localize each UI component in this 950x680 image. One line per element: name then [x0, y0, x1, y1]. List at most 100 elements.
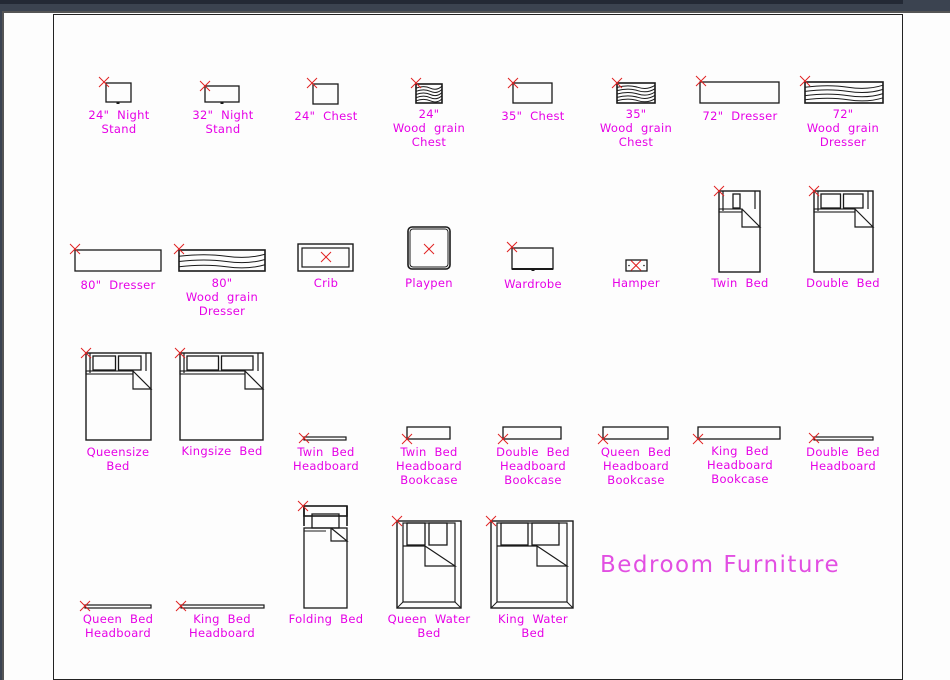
pillow: [406, 522, 426, 546]
hamper-dot: [643, 264, 645, 267]
label-queen-water-bed: Queen Water Bed: [387, 612, 471, 640]
outline: [105, 82, 132, 103]
wood-grain-line: [415, 92, 443, 97]
symbol-twin-bed-headboard[interactable]: [298, 432, 347, 444]
symbol-queen-bed-headboard[interactable]: [79, 600, 152, 612]
symbol-24-wood-grain-chest[interactable]: [410, 77, 443, 104]
cad-drawing[interactable]: [0, 0, 950, 680]
symbol-folding-bed[interactable]: [297, 500, 349, 609]
outline: [502, 426, 562, 440]
insertion-point-marker: [175, 600, 187, 612]
label-folding-bed: Folding Bed: [288, 612, 364, 626]
wood-grain-line: [415, 98, 443, 103]
drawer-pull: [116, 102, 120, 104]
turned-down-corner: [132, 370, 153, 390]
sheet-fold: [85, 370, 134, 375]
wood-grain-line: [804, 93, 884, 98]
label-queensize-bed: Queensize Bed: [86, 445, 150, 473]
outline: [204, 85, 240, 103]
insertion-point-marker: [423, 243, 435, 255]
hamper-dot: [628, 264, 630, 267]
frame-corner: [396, 601, 404, 609]
sheet-fold: [179, 370, 246, 375]
headboard: [84, 604, 152, 609]
symbol-kingsize-bed[interactable]: [174, 347, 265, 441]
symbol-80-dresser[interactable]: [69, 243, 162, 272]
symbol-24-chest[interactable]: [306, 77, 339, 105]
symbol-king-bed-headboard-bookcase[interactable]: [692, 426, 781, 445]
symbol-80-wood-grain-dresser[interactable]: [173, 243, 266, 272]
turned-down-corner: [424, 545, 457, 567]
label-crib: Crib: [313, 276, 339, 290]
symbol-double-bed-headboard[interactable]: [808, 432, 874, 444]
playpen-inner: [409, 228, 449, 268]
label-24-night-stand: 24" Night Stand: [88, 108, 150, 136]
outline: [804, 81, 884, 104]
pillow: [220, 355, 254, 371]
symbol-24-night-stand[interactable]: [98, 76, 132, 104]
symbol-double-bed-headboard-bookcase[interactable]: [497, 426, 562, 445]
label-72-dresser: 72" Dresser: [702, 109, 778, 123]
pillow: [117, 355, 142, 371]
insertion-point-marker: [306, 77, 318, 89]
label-playpen: Playpen: [405, 276, 453, 290]
label-queen-bed-headboard-bookcase: Queen Bed Headboard Bookcase: [600, 445, 672, 487]
pillow: [428, 522, 448, 546]
label-32-night-stand: 32" Night Stand: [192, 108, 254, 136]
symbol-king-bed-headboard[interactable]: [175, 600, 265, 612]
outline: [74, 249, 162, 272]
symbol-32-night-stand[interactable]: [199, 80, 240, 104]
symbol-35-chest[interactable]: [507, 77, 553, 104]
symbol-35-wood-grain-chest[interactable]: [611, 77, 656, 104]
headboard: [303, 436, 347, 441]
symbol-twin-bed-headboard-bookcase[interactable]: [401, 426, 451, 445]
symbol-twin-bed[interactable]: [713, 185, 762, 273]
label-king-bed-headboard: King Bed Headboard: [189, 612, 255, 640]
symbol-crib[interactable]: [297, 243, 354, 272]
frame-corner: [454, 601, 462, 609]
label-hamper: Hamper: [612, 276, 660, 290]
turned-down-corner: [741, 208, 762, 228]
wood-grain-line: [804, 97, 884, 102]
label-24-wood-grain-chest: 24" Wood grain Chest: [392, 107, 466, 149]
label-twin-bed-headboard: Twin Bed Headboard: [293, 445, 359, 473]
symbol-queensize-bed[interactable]: [80, 347, 153, 441]
label-80-dresser: 80" Dresser: [80, 278, 156, 292]
turned-down-corner: [854, 208, 875, 228]
wood-grain-line: [178, 253, 266, 258]
insertion-point-marker: [808, 432, 820, 444]
symbol-hamper[interactable]: [625, 259, 648, 272]
symbol-wardrobe[interactable]: [506, 241, 554, 271]
label-king-water-bed: King Water Bed: [498, 612, 568, 640]
symbol-72-wood-grain-dresser[interactable]: [799, 75, 884, 104]
symbol-queen-bed-headboard-bookcase[interactable]: [597, 426, 669, 445]
headboard: [813, 436, 874, 441]
wood-grain-line: [178, 264, 266, 269]
wood-grain-line: [616, 84, 656, 89]
pillow: [92, 355, 117, 371]
outline: [602, 426, 669, 440]
outline: [511, 247, 554, 270]
wood-grain-line: [415, 95, 443, 100]
label-twin-bed: Twin Bed: [711, 276, 769, 290]
turned-down-corner: [244, 370, 265, 390]
wood-grain-line: [415, 88, 443, 93]
pillow: [186, 355, 220, 371]
symbol-king-water-bed[interactable]: [485, 515, 574, 609]
label-72-wood-grain-dresser: 72" Wood grain Dresser: [806, 107, 880, 149]
label-wardrobe: Wardrobe: [504, 277, 562, 291]
insertion-point-marker: [98, 76, 110, 88]
label-double-bed: Double Bed: [806, 276, 880, 290]
outline: [512, 82, 553, 104]
symbol-72-dresser[interactable]: [695, 75, 780, 104]
outline: [699, 81, 780, 104]
label-80-wood-grain-dresser: 80" Wood grain Dresser: [185, 276, 259, 318]
symbol-double-bed[interactable]: [808, 185, 875, 273]
insertion-point-marker: [298, 432, 310, 444]
wood-grain-line: [616, 94, 656, 99]
symbol-playpen[interactable]: [407, 226, 451, 270]
label-35-wood-grain-chest: 35" Wood grain Chest: [599, 107, 673, 149]
wood-grain-line: [616, 98, 656, 103]
symbol-queen-water-bed[interactable]: [391, 515, 462, 609]
insertion-point-marker: [630, 260, 642, 271]
